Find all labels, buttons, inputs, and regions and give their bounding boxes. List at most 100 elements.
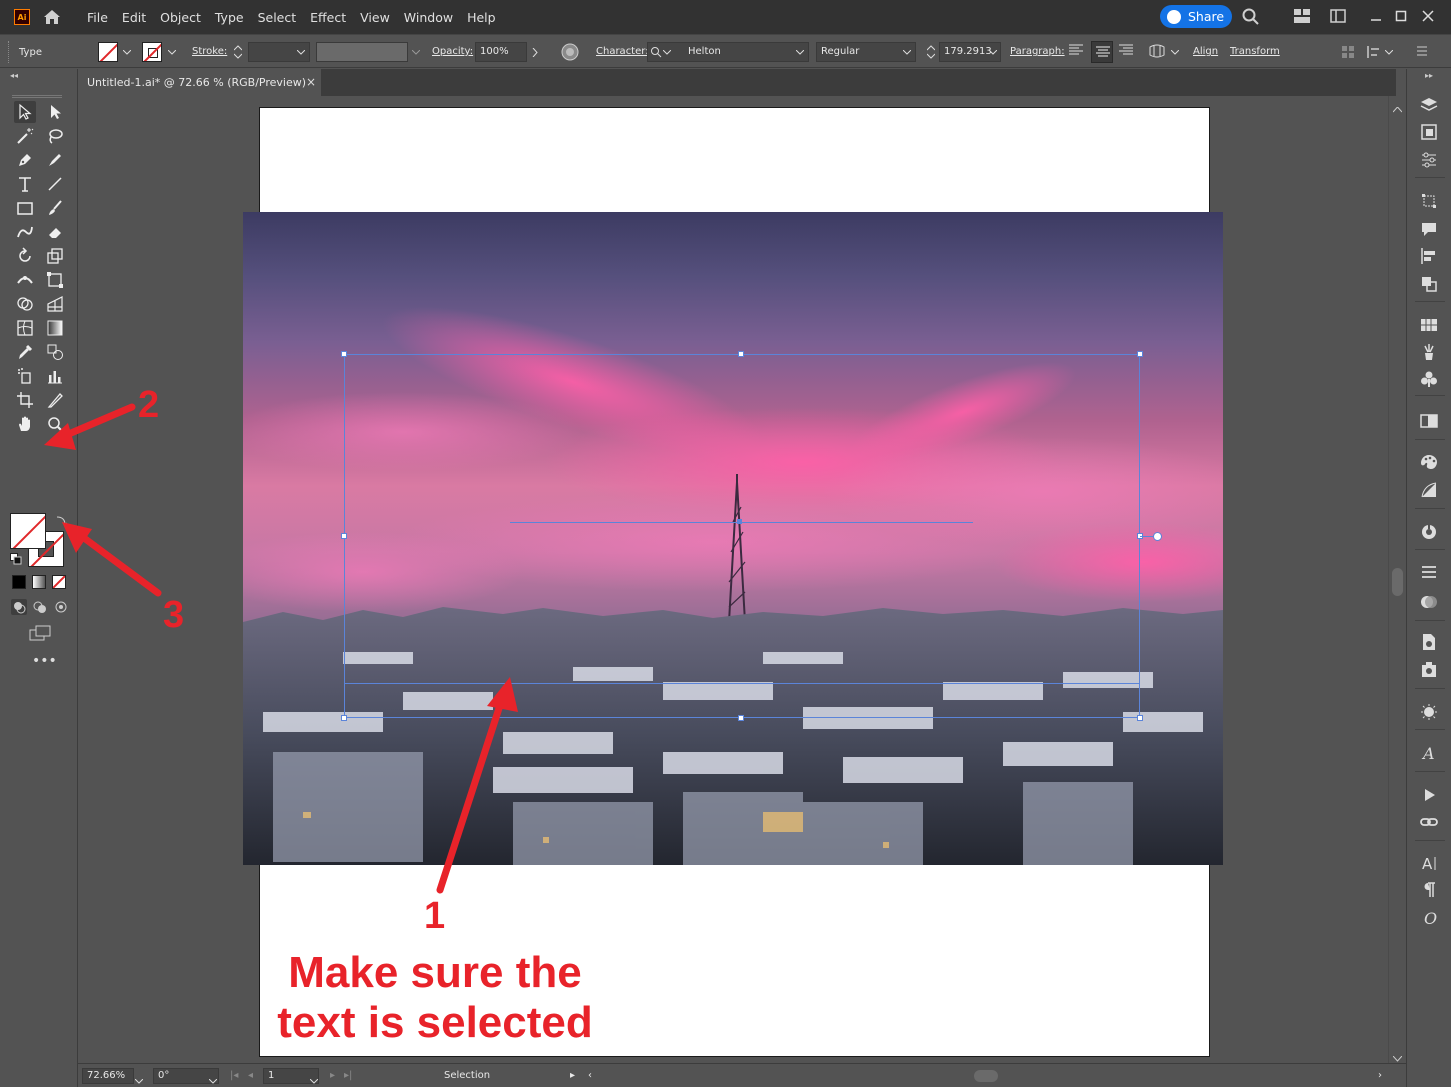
libraries-icon[interactable] — [1419, 562, 1439, 582]
status-menu-icon[interactable]: ▸ — [570, 1070, 575, 1081]
home-icon[interactable] — [42, 7, 62, 27]
handle-bottom-left[interactable] — [341, 715, 347, 721]
perspective-grid-tool-icon[interactable] — [44, 293, 66, 315]
layers-icon[interactable] — [1419, 95, 1439, 115]
lasso-tool-icon[interactable] — [44, 125, 66, 147]
isolate-icon[interactable] — [1366, 45, 1382, 62]
vertical-scrollbar[interactable] — [1388, 96, 1405, 1063]
slice-tool-icon[interactable] — [44, 389, 66, 411]
chevron-down-icon[interactable] — [296, 47, 306, 57]
links-chain-icon[interactable] — [1419, 812, 1439, 832]
chevron-down-icon[interactable] — [208, 1073, 218, 1087]
transform-link[interactable]: Transform — [1230, 46, 1280, 57]
symbol-sprayer-tool-icon[interactable] — [14, 365, 36, 387]
menu-window[interactable]: Window — [397, 10, 460, 25]
handle-top-left[interactable] — [341, 351, 347, 357]
align-left-icon[interactable] — [1068, 43, 1086, 61]
none-mode-icon[interactable] — [52, 575, 66, 589]
curvature-tool-icon[interactable] — [44, 149, 66, 171]
comments-icon[interactable] — [1419, 219, 1439, 239]
next-artboard-icon[interactable]: ▸ — [330, 1070, 335, 1081]
menu-type[interactable]: Type — [208, 10, 251, 25]
free-transform-tool-icon[interactable] — [44, 269, 66, 291]
vertical-scroll-thumb[interactable] — [1392, 568, 1403, 596]
symbols-icon[interactable] — [1419, 369, 1439, 389]
paragraph-panel-icon[interactable] — [1419, 880, 1439, 900]
appearance-icon[interactable] — [1419, 452, 1439, 472]
magic-wand-tool-icon[interactable] — [14, 125, 36, 147]
expand-panels-icon[interactable]: ▸▸ — [1425, 71, 1433, 80]
workspace-switcher-icon[interactable] — [1294, 8, 1310, 24]
menu-effect[interactable]: Effect — [303, 10, 353, 25]
zoom-tool-icon[interactable] — [44, 413, 66, 435]
handle-top-right[interactable] — [1137, 351, 1143, 357]
minimize-icon[interactable] — [1368, 8, 1384, 24]
type-tool-icon[interactable] — [14, 173, 36, 195]
image-trace-icon[interactable] — [1419, 702, 1439, 722]
swap-fill-stroke-icon[interactable] — [55, 515, 68, 530]
draw-behind-icon[interactable] — [32, 599, 48, 618]
previous-artboard-icon[interactable]: ◂ — [248, 1070, 253, 1081]
stepper-icon[interactable] — [926, 43, 936, 61]
panel-menu-icon[interactable] — [1416, 45, 1428, 60]
fill-swatch[interactable] — [98, 42, 118, 62]
opacity-label[interactable]: Opacity: — [432, 46, 473, 57]
draw-normal-icon[interactable] — [11, 599, 27, 618]
links-panel-icon[interactable] — [1419, 660, 1439, 680]
align-right-icon[interactable] — [1118, 43, 1136, 61]
draw-inside-icon[interactable] — [53, 599, 69, 618]
menu-edit[interactable]: Edit — [115, 10, 153, 25]
direct-selection-tool-icon[interactable] — [44, 101, 66, 123]
properties-icon[interactable] — [1419, 150, 1439, 170]
align-center-icon[interactable] — [1091, 41, 1113, 63]
paintbrush-tool-icon[interactable] — [44, 197, 66, 219]
character-panel-icon[interactable]: A — [1419, 853, 1439, 873]
scroll-right-icon[interactable]: › — [1378, 1070, 1382, 1081]
swatches-icon[interactable] — [1419, 315, 1439, 335]
font-search-icon[interactable] — [650, 46, 662, 61]
last-artboard-icon[interactable]: ▸| — [344, 1070, 352, 1081]
rectangle-tool-icon[interactable] — [14, 197, 36, 219]
recolor-icon[interactable] — [561, 43, 579, 61]
close-window-icon[interactable] — [1420, 8, 1436, 24]
font-style-field[interactable]: Regular — [816, 42, 916, 62]
column-graph-tool-icon[interactable] — [44, 365, 66, 387]
variable-width-profile[interactable] — [316, 42, 408, 62]
brushes-icon[interactable] — [1419, 342, 1439, 362]
eyedropper-tool-icon[interactable] — [14, 341, 36, 363]
distribute-icon[interactable] — [1341, 45, 1355, 62]
search-icon[interactable] — [1242, 8, 1260, 29]
character-label[interactable]: Character: — [596, 46, 649, 57]
chevron-down-icon[interactable] — [134, 1073, 144, 1087]
toolbar-grip[interactable] — [12, 95, 62, 98]
scroll-up-icon[interactable] — [1392, 102, 1403, 116]
edit-toolbar-icon[interactable]: ••• — [32, 653, 57, 669]
width-tool-icon[interactable] — [14, 269, 36, 291]
mesh-tool-icon[interactable] — [14, 317, 36, 339]
transparency-icon[interactable] — [1419, 592, 1439, 612]
tab-untitled-1[interactable]: Untitled-1.ai* @ 72.66 % (RGB/Preview) × — [78, 69, 321, 96]
arrange-docs-icon[interactable] — [1330, 8, 1346, 24]
warp-icon[interactable] — [1148, 43, 1166, 61]
menu-file[interactable]: File — [80, 10, 115, 25]
chevron-down-icon[interactable] — [122, 47, 132, 57]
default-fill-stroke-icon[interactable] — [10, 553, 22, 568]
graphic-styles-icon[interactable] — [1419, 480, 1439, 500]
scroll-left-icon[interactable]: ‹ — [588, 1070, 592, 1081]
chevron-down-icon[interactable] — [1384, 47, 1394, 57]
share-button[interactable]: Share — [1160, 5, 1232, 28]
glyphs-icon[interactable]: A — [1419, 743, 1439, 763]
transform-panel-icon[interactable] — [1419, 191, 1439, 211]
align-link[interactable]: Align — [1193, 46, 1218, 57]
maximize-icon[interactable] — [1393, 8, 1409, 24]
menu-help[interactable]: Help — [460, 10, 503, 25]
handle-bottom-center[interactable] — [738, 715, 744, 721]
first-artboard-icon[interactable]: |◂ — [230, 1070, 238, 1081]
rotate-tool-icon[interactable] — [14, 245, 36, 267]
chevron-down-icon[interactable] — [309, 1073, 319, 1087]
stroke-label[interactable]: Stroke: — [192, 46, 227, 57]
eraser-tool-icon[interactable] — [44, 221, 66, 243]
paragraph-label[interactable]: Paragraph: — [1010, 46, 1065, 57]
line-segment-tool-icon[interactable] — [44, 173, 66, 195]
handle-bottom-right[interactable] — [1137, 715, 1143, 721]
